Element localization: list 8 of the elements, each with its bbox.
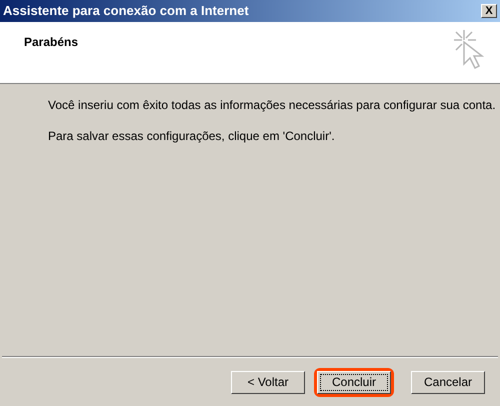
close-button[interactable]: X [481, 4, 497, 18]
wizard-button[interactable]: Cancelar [411, 370, 485, 394]
message-text: Para salvar essas configurações, clique em 'Concluir'. [48, 128, 336, 145]
wizard-button[interactable]: Concluir [317, 370, 391, 394]
window-title: Assistente para conexão com a Internet [3, 2, 249, 20]
header-title: Parabéns [24, 34, 78, 51]
wizard-button[interactable]: < Voltar [231, 370, 305, 394]
message-text: Você inseriu com êxito todas as informações necessárias para configurar sua conta. [48, 97, 497, 114]
